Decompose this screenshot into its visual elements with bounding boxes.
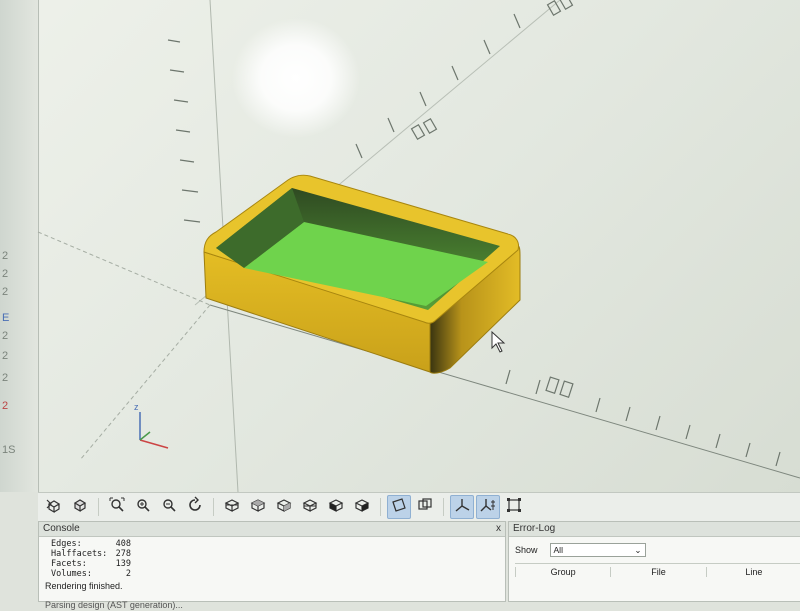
view-right-button[interactable]: [220, 495, 244, 519]
3d-viewport[interactable]: 2 2 2 E 2 2 2 2 1S z: [0, 0, 800, 492]
zoom-in-icon: [134, 496, 152, 519]
view-toolbar: [38, 492, 800, 521]
stat-row: Facets: 139: [45, 559, 499, 569]
screen-glare: [232, 18, 360, 138]
toolbar-separator: [380, 498, 381, 516]
axes-indicator: z: [134, 402, 169, 449]
preview-icon: [45, 496, 63, 519]
stat-label: Volumes:: [51, 569, 92, 579]
perspective-button[interactable]: [387, 495, 411, 519]
console-message: Rendering finished.: [45, 581, 123, 591]
stat-label: Facets:: [51, 559, 87, 569]
show-filter-row: Show All ⌄: [509, 537, 800, 557]
show-filter-select[interactable]: All ⌄: [549, 543, 646, 557]
view-left-button[interactable]: [298, 495, 322, 519]
view-left-icon: [301, 496, 319, 519]
zoom-out-button[interactable]: [157, 495, 181, 519]
error-log-title: Error-Log: [513, 523, 556, 534]
zoom-out-icon: [160, 496, 178, 519]
console-message: Parsing design (AST generation)...: [45, 600, 183, 610]
orthogonal-button[interactable]: [413, 495, 437, 519]
console-title: Console: [43, 523, 80, 534]
orthogonal-icon: [416, 496, 434, 519]
view-top-icon: [249, 496, 267, 519]
stat-value: 2: [125, 569, 131, 579]
scene-svg: z: [37, 0, 800, 492]
mouse-cursor: [491, 330, 506, 353]
zoom-all-icon: [108, 496, 126, 519]
stat-label: Halffacets:: [51, 549, 108, 559]
show-label: Show: [515, 545, 538, 555]
zoom-all-button[interactable]: [105, 495, 129, 519]
view-top-button[interactable]: [246, 495, 270, 519]
zoom-in-button[interactable]: [131, 495, 155, 519]
error-log-table-header: Group File Line: [515, 563, 800, 580]
toolbar-separator: [98, 498, 99, 516]
view-back-icon: [353, 496, 371, 519]
chevron-down-icon: ⌄: [634, 544, 642, 555]
view-back-button[interactable]: [350, 495, 374, 519]
reset-view-icon: [186, 496, 204, 519]
stat-value: 408: [115, 539, 131, 549]
show-axes-button[interactable]: [450, 495, 474, 519]
view-bottom-button[interactable]: [272, 495, 296, 519]
stat-value: 278: [115, 549, 131, 559]
toolbar-separator: [213, 498, 214, 516]
error-log-header: Error-Log: [509, 522, 800, 537]
console-panel: Console x Edges: 408 Halffacets: 278 Fac…: [38, 521, 506, 610]
column-header-group[interactable]: Group: [515, 567, 610, 577]
stat-value: 139: [115, 559, 131, 569]
column-header-file[interactable]: File: [610, 567, 705, 577]
render-stats: Edges: 408 Halffacets: 278 Facets: 139 V…: [39, 537, 505, 581]
perspective-icon: [390, 496, 408, 519]
toolbar-separator: [443, 498, 444, 516]
error-log-panel: Error-Log Show All ⌄ Group File Line: [508, 521, 800, 602]
console-header: Console x: [39, 522, 505, 537]
view-right-icon: [223, 496, 241, 519]
render-icon: [71, 496, 89, 519]
show-edges-button[interactable]: [502, 495, 526, 519]
view-front-icon: [327, 496, 345, 519]
reset-view-button[interactable]: [183, 495, 207, 519]
preview-button[interactable]: [42, 495, 66, 519]
view-bottom-icon: [275, 496, 293, 519]
console-close-button[interactable]: x: [496, 522, 501, 536]
show-filter-value: All: [553, 545, 563, 555]
stat-label: Edges:: [51, 539, 82, 549]
svg-text:z: z: [134, 402, 139, 412]
render-button[interactable]: [68, 495, 92, 519]
stat-row: Edges: 408: [45, 539, 499, 549]
show-axes-icon: [453, 496, 471, 519]
show-scale-button[interactable]: [476, 495, 500, 519]
show-scale-icon: [479, 496, 497, 519]
column-header-line[interactable]: Line: [705, 567, 800, 577]
stat-row: Halffacets: 278: [45, 549, 499, 559]
view-front-button[interactable]: [324, 495, 348, 519]
stat-row: Volumes: 2: [45, 569, 499, 579]
box-model: [203, 174, 521, 374]
show-edges-icon: [505, 496, 523, 519]
